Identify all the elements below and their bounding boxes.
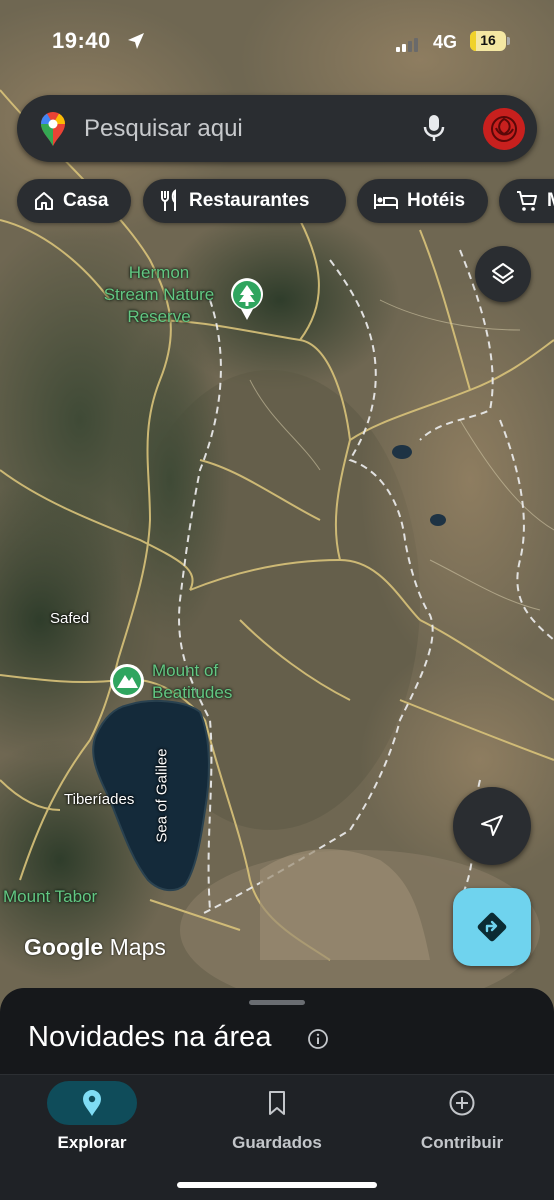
navigation-arrow-icon [481, 815, 503, 836]
status-bar: 19:40 4G 16 [0, 0, 554, 84]
nav-label: Contribuir [420, 1133, 504, 1152]
nav-explorar[interactable]: Explorar [0, 1075, 184, 1165]
battery-icon: 16 [470, 31, 506, 51]
google-wordmark: Google [24, 934, 104, 960]
poi-label-mount-tabor[interactable]: Mount Tabor [3, 886, 97, 908]
maps-wordmark: Maps [109, 934, 166, 960]
chip-restaurantes[interactable]: Restaurantes [143, 179, 346, 223]
cart-icon [517, 191, 537, 211]
my-location-button[interactable] [453, 787, 531, 865]
google-maps-logo: Google Maps [24, 934, 166, 961]
directions-button[interactable] [453, 888, 531, 966]
place-label-tiberiades[interactable]: Tiberíades [64, 791, 134, 808]
home-indicator[interactable] [177, 1182, 377, 1188]
battery-tip [507, 37, 510, 45]
nav-contribuir[interactable]: Contribuir [370, 1075, 554, 1165]
layers-icon [492, 263, 514, 284]
microphone-icon[interactable] [422, 113, 446, 143]
nav-icon-container [47, 1081, 137, 1125]
chip-casa[interactable]: Casa [17, 179, 131, 223]
status-time: 19:40 [52, 28, 111, 53]
poi-label-hermon-stream[interactable]: Hermon Stream Nature Reserve [95, 262, 223, 328]
add-circle-icon [449, 1090, 475, 1116]
sheet-drag-handle[interactable] [249, 1000, 305, 1005]
rose-avatar-image [484, 109, 524, 149]
info-icon[interactable] [307, 1028, 329, 1050]
avatar[interactable] [483, 108, 525, 150]
place-label-sea-of-galilee[interactable]: Sea of Galilee [154, 736, 171, 856]
search-input[interactable]: Pesquisar aqui [84, 115, 243, 143]
layers-button[interactable] [475, 246, 531, 302]
poi-label-mount-of-beatitudes[interactable]: Mount of Beatitudes [152, 660, 232, 704]
tree-icon[interactable] [229, 277, 265, 321]
chip-hoteis[interactable]: Hotéis [357, 179, 488, 223]
nav-guardados[interactable]: Guardados [185, 1075, 369, 1165]
google-maps-pin-icon [40, 112, 65, 146]
category-chips: Casa Restaurantes Hotéis M [0, 179, 554, 225]
nav-label: Guardados [232, 1133, 322, 1152]
nav-label: Explorar [57, 1133, 127, 1152]
location-pin-icon [83, 1090, 101, 1116]
signal-icon [396, 38, 418, 52]
restaurant-icon [161, 189, 176, 211]
battery-level: 16 [480, 32, 496, 48]
sheet-title: Novidades na área [28, 1021, 272, 1053]
mountain-icon[interactable] [109, 663, 145, 699]
location-arrow-icon [128, 33, 144, 49]
chip-mercearia[interactable]: M [499, 179, 554, 223]
chip-label: Hotéis [407, 190, 466, 211]
directions-icon [477, 912, 507, 942]
chip-label: M [547, 190, 554, 212]
bottom-sheet[interactable]: Novidades na área [0, 988, 554, 1078]
place-label-safed[interactable]: Safed [50, 610, 89, 627]
chip-label: Restaurantes [189, 190, 310, 211]
search-bar[interactable]: Pesquisar aqui [17, 95, 537, 162]
hotel-icon [374, 194, 398, 209]
home-icon [35, 192, 53, 210]
network-type: 4G [433, 32, 458, 52]
bookmark-icon [269, 1091, 285, 1115]
nav-icon-container [417, 1081, 507, 1125]
chip-label: Casa [63, 190, 109, 211]
nav-icon-container [232, 1081, 322, 1125]
